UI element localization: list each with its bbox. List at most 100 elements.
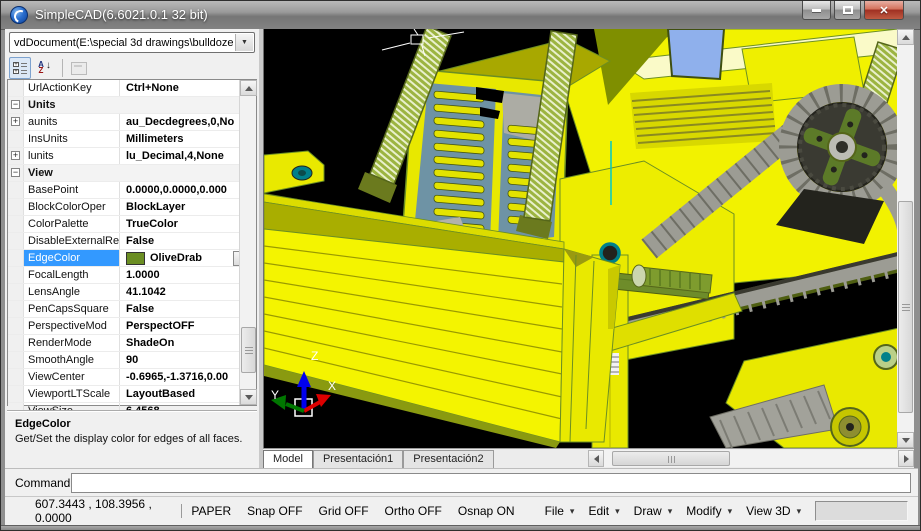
z-axis-label: Z [311,349,318,363]
arrow-up-icon [902,35,910,40]
tab-model[interactable]: Model [263,450,313,468]
property-grid: UrlActionKeyCtrl+None −Units +aunitsau_D… [7,79,257,406]
command-label: Command: [15,476,71,490]
collapse-icon[interactable]: − [11,168,20,177]
property-row[interactable]: +aunitsau_Decdegrees,0,No [8,114,256,131]
collapse-icon[interactable]: − [11,100,20,109]
property-row[interactable]: SmoothAngle90 [8,352,256,369]
property-row-selected[interactable]: EdgeColorOliveDrab▼ [8,250,256,267]
toggle-paper[interactable]: PAPER [191,504,231,518]
title-bar[interactable]: SimpleCAD(6.6021.0.1 32 bit) ✕ [1,1,921,30]
chevron-down-icon: ▾ [797,506,802,517]
alphabetical-icon: AZ↓ [38,62,50,74]
alphabetical-button[interactable]: AZ↓ [33,57,55,79]
properties-panel: vdDocument(E:\special 3d drawings\bulldo… [5,29,259,468]
toggle-osnap[interactable]: Osnap ON [458,504,515,518]
menu-edit[interactable]: Edit▾ [588,504,619,518]
property-row[interactable]: BlockColorOperBlockLayer [8,199,256,216]
minimize-button[interactable] [802,1,831,20]
menu-view3d[interactable]: View 3D▾ [746,504,801,518]
expand-icon[interactable]: + [11,151,20,160]
property-pages-button [68,57,90,79]
color-value: OliveDrab [150,250,202,266]
window-title: SimpleCAD(6.6021.0.1 32 bit) [35,7,208,22]
arrow-left-icon [594,455,599,463]
viewport-3d[interactable]: Z X Y [263,29,898,448]
toggle-snap[interactable]: Snap OFF [247,504,302,518]
chevron-down-icon: ▾ [570,506,575,517]
viewport-vscrollbar[interactable] [897,29,914,448]
y-axis-label: Y [271,388,279,402]
property-row[interactable]: FocalLength1.0000 [8,267,256,284]
menu-draw[interactable]: Draw▾ [634,504,673,518]
tab-presentacion2[interactable]: Presentación2 [403,450,493,468]
menu-modify[interactable]: Modify▾ [686,504,732,518]
app-window: SimpleCAD(6.6021.0.1 32 bit) ✕ vdDocumen… [0,0,921,531]
property-category-row[interactable]: −Units [8,97,256,114]
status-bar: 607.3443 , 108.3956 , 0.0000 PAPER Snap … [5,496,918,525]
close-button[interactable]: ✕ [864,1,904,20]
arrow-up-icon [245,86,253,91]
chevron-down-icon: ▾ [615,506,620,517]
layout-tab-bar: Model Presentación1 Presentación2 [263,448,914,468]
property-row[interactable]: PerspectiveModPerspectOFF [8,318,256,335]
command-line-bar: Command: [5,468,918,496]
categorized-button[interactable]: ++ [9,57,31,79]
grip-icon [671,456,672,463]
chevron-down-icon: ▾ [668,506,673,517]
property-row[interactable]: ViewportLTScaleLayoutBased [8,386,256,403]
app-icon [10,6,28,24]
grip-icon [902,307,910,308]
scroll-right-button[interactable] [898,450,914,467]
toggle-ortho[interactable]: Ortho OFF [385,504,442,518]
bulldozer-model: Z X Y [264,29,898,448]
minimize-icon [812,9,821,12]
command-input[interactable] [71,473,911,493]
property-row[interactable]: PenCapsSquareFalse [8,301,256,318]
maximize-icon [843,6,853,14]
arrow-down-icon [902,438,910,443]
scroll-down-button[interactable] [897,432,914,448]
property-row[interactable]: LensAngle41.1042 [8,284,256,301]
property-grid-scrollbar[interactable] [239,80,256,405]
status-separator [181,504,182,518]
scroll-thumb[interactable] [241,327,256,373]
scroll-up-button[interactable] [240,80,257,96]
menu-file[interactable]: File▾ [545,504,575,518]
close-icon: ✕ [879,4,888,17]
status-menus: File▾ Edit▾ Draw▾ Modify▾ View 3D▾ [545,504,816,518]
coordinates-display: 607.3443 , 108.3956 , 0.0000 [35,497,171,525]
arrow-right-icon [904,455,909,463]
toolbar-separator [62,59,63,77]
property-category-row[interactable]: −View [8,165,256,182]
property-row[interactable]: RenderModeShadeOn [8,335,256,352]
toggle-grid[interactable]: Grid OFF [319,504,369,518]
scroll-down-button[interactable] [240,389,257,405]
document-selector-value: vdDocument(E:\special 3d drawings\bulldo… [10,37,234,49]
window-frame-bottom [1,525,921,531]
color-swatch [126,252,145,265]
property-row[interactable]: ViewCenter-0.6965,-1.3716,0.00 [8,369,256,386]
arrow-down-icon [245,395,253,400]
scroll-up-button[interactable] [897,29,914,45]
cab-window [668,29,724,79]
property-row[interactable]: InsUnitsMillimeters [8,131,256,148]
maximize-button[interactable] [834,1,861,20]
property-row[interactable]: DisableExternalRefeFalse [8,233,256,250]
tab-presentacion1[interactable]: Presentación1 [313,450,403,468]
categorized-icon: ++ [13,62,27,75]
description-text: Get/Set the display color for edges of a… [15,433,249,445]
scroll-thumb[interactable] [898,201,913,413]
chevron-down-icon: ▾ [728,506,733,517]
property-row[interactable]: +lunitslu_Decimal,4,None [8,148,256,165]
property-row[interactable]: ColorPaletteTrueColor [8,216,256,233]
property-row[interactable]: BasePoint0.0000,0.0000,0.000 [8,182,256,199]
x-axis-label: X [328,379,336,393]
scroll-left-button[interactable] [588,450,604,467]
document-selector[interactable]: vdDocument(E:\special 3d drawings\bulldo… [9,32,255,53]
property-row[interactable]: UrlActionKeyCtrl+None [8,80,256,97]
viewport-hscrollbar[interactable] [588,450,914,467]
scroll-thumb[interactable] [612,451,730,466]
expand-icon[interactable]: + [11,117,20,126]
chevron-down-icon[interactable]: ▼ [235,34,253,51]
